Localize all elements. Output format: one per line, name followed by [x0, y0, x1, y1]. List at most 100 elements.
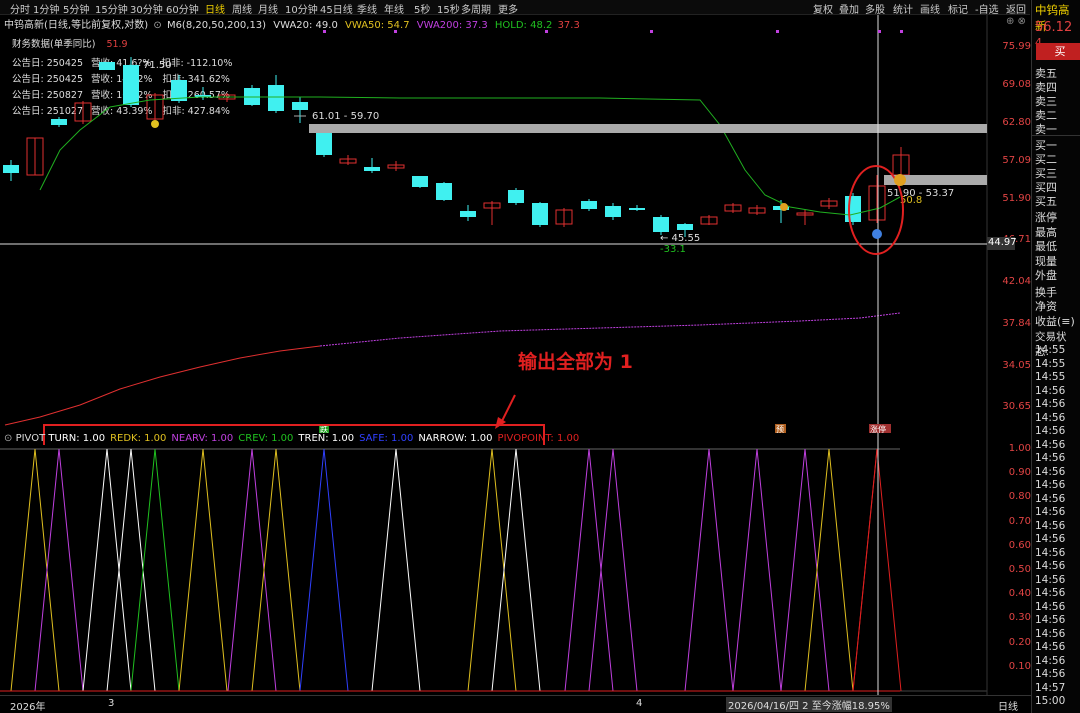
price-axis-label: 37.84	[1002, 318, 1031, 329]
pivot-axis-label: 0.70	[1008, 515, 1031, 527]
pivot-signal-peak	[467, 448, 517, 692]
toolbar-item-16[interactable]: 更多	[498, 1, 518, 14]
pivot-title[interactable]: PIVOT	[16, 433, 46, 444]
current-price-tag: 44.97	[987, 237, 1017, 250]
price-axis-label: 34.05	[1002, 360, 1031, 371]
candle-body	[268, 85, 284, 111]
toolbar-right-item-4[interactable]: 画线	[920, 1, 940, 14]
pivot-axis-label: 1.00	[1008, 443, 1031, 454]
toolbar-right-item-0[interactable]: 复权	[813, 1, 833, 14]
candle-body	[123, 65, 139, 105]
toolbar-item-9[interactable]: 10分钟	[285, 1, 318, 14]
price-axis-label: 42.04	[1002, 276, 1031, 287]
candle-body	[460, 211, 476, 217]
toolbar-item-1[interactable]: 1分钟	[33, 1, 59, 14]
main-kline-chart[interactable]: 61.01 - 59.7051.90 - 53.3750.8← 45.55-33…	[0, 15, 1031, 445]
toolbar-item-3[interactable]: 15分钟	[95, 1, 128, 14]
pivot-signal-peak	[780, 448, 830, 692]
status-text: 2026/04/16/四 2 至今涨幅18.95%	[726, 697, 892, 712]
toolbar-item-13[interactable]: 5秒	[414, 1, 430, 14]
candle-body	[653, 217, 669, 232]
pivot-signal-peak	[82, 448, 132, 692]
tick-time: 14:57	[1035, 681, 1066, 694]
vwa200-line-purple	[319, 312, 901, 347]
pivot-signal-peak	[732, 448, 782, 692]
tick-time: 14:56	[1035, 614, 1066, 626]
pivot-signal-peak	[10, 448, 60, 692]
tick-time: 15:00	[1035, 695, 1066, 707]
candle-body	[51, 119, 67, 125]
toolbar-item-5[interactable]: 60分钟	[166, 1, 199, 14]
price-axis-label: 30.65	[1002, 401, 1031, 412]
quote-panel: 中钨高新 56.12 4 买 卖五卖四卖三卖二卖一买一买二买三买四买五涨停最高最…	[1031, 0, 1080, 713]
top-dot-marker	[900, 30, 903, 33]
pivot-legend-item: REDK: 1.00	[110, 433, 167, 444]
month-4-label: 4	[636, 698, 643, 709]
toolbar-item-4[interactable]: 30分钟	[130, 1, 163, 14]
top-dot-marker	[394, 30, 397, 33]
toolbar-right-item-7[interactable]: 返回	[1006, 1, 1026, 14]
toolbar-item-6[interactable]: 日线	[205, 1, 225, 14]
toolbar-item-7[interactable]: 周线	[232, 1, 252, 14]
candle-body	[364, 167, 380, 171]
pivot-legend: ⊙ PIVOT TURN: 1.00 REDK: 1.00 NEARV: 1.00 C…	[4, 433, 584, 444]
candle-body	[412, 176, 428, 187]
candle-body	[605, 206, 621, 217]
pivot-axis-label: 0.50	[1008, 564, 1031, 575]
range-bar-1	[309, 124, 987, 133]
year-label: 2026年	[10, 702, 46, 713]
tick-time: 14:56	[1035, 398, 1066, 410]
pivot-icon[interactable]: ⊙	[4, 433, 12, 444]
pivot-axis-label: 0.10	[1008, 660, 1031, 672]
toolbar-item-8[interactable]: 月线	[258, 1, 278, 14]
toolbar-item-10[interactable]: 45日线	[320, 1, 353, 14]
toolbar-right-item-3[interactable]: 统计	[893, 1, 913, 14]
pivot-signal-peak	[227, 448, 277, 692]
toolbar-item-14[interactable]: 15秒	[437, 1, 460, 14]
pivot-legend-item: SAFE: 1.00	[359, 433, 414, 444]
toolbar-right-item-6[interactable]: -自选	[975, 1, 999, 14]
quote-stat-2: 收益(≡)	[1035, 314, 1075, 328]
toolbar-right-item-2[interactable]: 多股	[865, 1, 885, 14]
toolbar-item-2[interactable]: 5分钟	[63, 1, 89, 14]
tick-time: 14:56	[1035, 519, 1066, 532]
candle-body	[532, 203, 548, 225]
tick-time: 14:56	[1035, 641, 1066, 653]
top-dot-marker	[323, 30, 326, 33]
vwa20-line	[39, 96, 901, 216]
pivot-axis-label: 0.60	[1008, 539, 1031, 551]
price-axis-label: 51.90	[1002, 193, 1031, 204]
tick-time: 14:56	[1035, 452, 1066, 464]
pivot-signal-peak	[178, 448, 228, 692]
price-axis-label: 57.09	[1002, 155, 1031, 166]
tick-time: 14:56	[1035, 384, 1066, 397]
toolbar-right-item-5[interactable]: 标记	[948, 1, 968, 14]
quote-stat: 外盘	[1035, 269, 1057, 282]
pivot-axis-label: 0.20	[1008, 636, 1031, 648]
toolbar-right-item-1[interactable]: 叠加	[839, 1, 859, 14]
buy-button[interactable]: 买	[1036, 43, 1080, 60]
low-pct-label: -33.1	[660, 244, 686, 255]
toolbar-item-11[interactable]: 季线	[357, 1, 377, 14]
pivot-signal-peak	[588, 448, 638, 692]
toolbar-item-15[interactable]: 多周期	[461, 1, 491, 14]
tick-time: 14:56	[1035, 587, 1066, 599]
top-dot-marker	[650, 30, 653, 33]
pivot-axis-label: 0.30	[1008, 612, 1031, 624]
tick-time: 14:56	[1035, 425, 1066, 437]
toolbar-item-12[interactable]: 年线	[384, 1, 404, 14]
candle-body	[677, 224, 693, 230]
buy-level: 买五	[1035, 195, 1057, 208]
tick-time: 14:56	[1035, 438, 1066, 451]
pivot-signal-peak	[804, 448, 854, 692]
pivot-legend-item: NARROW: 1.00	[418, 433, 493, 444]
signal-small-icon	[780, 203, 788, 211]
pivot-chart[interactable]	[0, 445, 1031, 695]
toolbar-item-0[interactable]: 分时	[10, 1, 30, 14]
pivot-axis-label: 0.40	[1008, 588, 1031, 600]
candle-body	[292, 102, 308, 110]
pivot-axis-label: 0.90	[1008, 467, 1031, 479]
candle-body	[99, 62, 115, 70]
annotation-arrow-head	[495, 417, 506, 429]
low-label: ← 45.55	[660, 233, 700, 244]
